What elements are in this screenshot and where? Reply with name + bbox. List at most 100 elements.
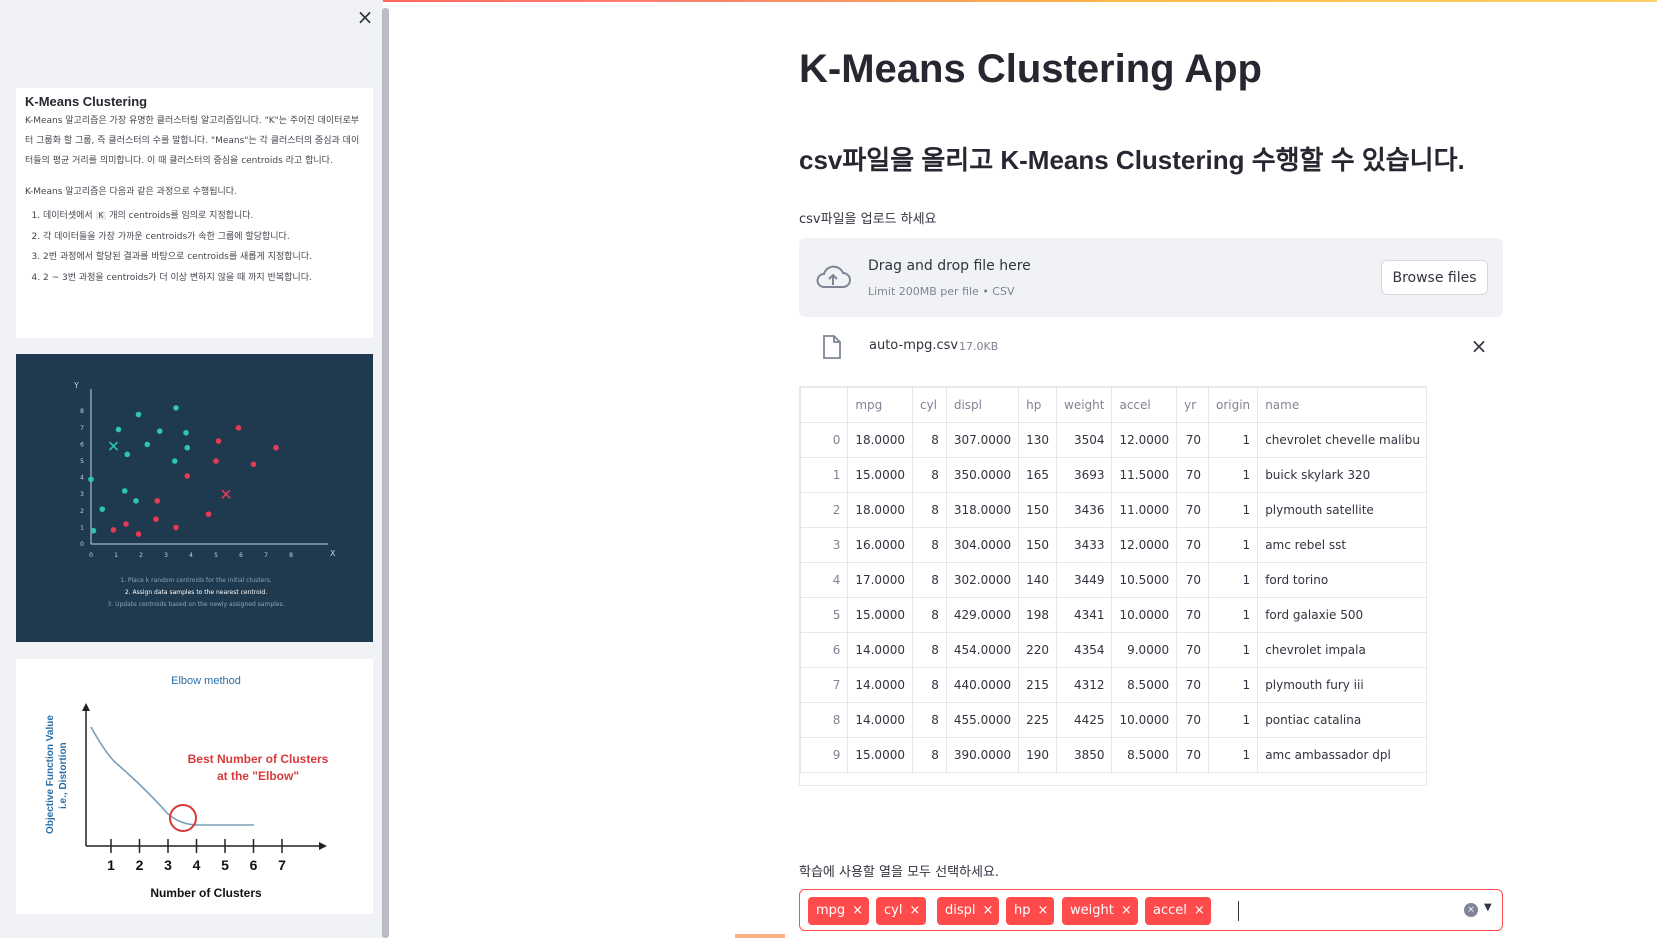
tag-remove-icon[interactable]: ×	[983, 903, 994, 918]
elbow-x-tick: 6	[250, 857, 258, 873]
column-header[interactable]: yr	[1176, 387, 1209, 423]
table-cell: 11.0000	[1111, 492, 1178, 528]
file-dropzone[interactable]: Drag and drop file here Limit 200MB per …	[799, 238, 1503, 317]
table-cell: 8	[911, 632, 947, 668]
table-cell: 11.5000	[1111, 457, 1178, 493]
sidebar-scrollbar[interactable]	[382, 8, 389, 938]
table-cell: 8	[911, 737, 947, 773]
table-cell: 4341	[1056, 597, 1113, 633]
table-cell: 4425	[1056, 702, 1113, 738]
table-cell: 70	[1176, 457, 1209, 493]
tag-remove-icon[interactable]: ×	[909, 903, 920, 918]
table-cell: 70	[1176, 422, 1209, 458]
scatter-illustration: Y X 0 1 2 3 4 5 6 7 8 0 1 2 3 4 5 6 7 8 1. Place k rando…	[73, 381, 336, 608]
table-cell: 1	[1207, 527, 1259, 563]
tag-remove-icon[interactable]: ×	[852, 903, 863, 918]
column-header[interactable]: cyl	[911, 387, 947, 423]
scatter-point	[124, 451, 131, 458]
column-header[interactable]: name	[1257, 387, 1426, 423]
step-item: 데이터셋에서 K 개의 centroids를 임의로 지정합니다.	[43, 206, 364, 227]
elbow-annotation-2: at the "Elbow"	[217, 769, 299, 783]
column-header[interactable]: weight	[1056, 387, 1113, 423]
kmeans-info-card: K-Means Clustering K-Means 알고리즘은 가장 유명한 …	[16, 88, 373, 338]
scatter-point	[215, 438, 222, 444]
step-item: 각 데이터들을 가장 가까운 centroids가 속한 그룹에 할당합니다.	[43, 227, 364, 248]
table-cell: 1	[1207, 737, 1259, 773]
elbow-x-label: Number of Clusters	[150, 886, 262, 900]
column-header[interactable]	[800, 387, 849, 423]
elbow-method-image: Elbow method Objective Function Value i.…	[16, 659, 373, 914]
selected-tag-cyl[interactable]: cyl ×	[876, 897, 927, 925]
tag-remove-icon[interactable]: ×	[1194, 903, 1205, 918]
table-cell: 190	[1018, 737, 1058, 773]
table-cell: 8	[911, 597, 947, 633]
column-multiselect[interactable]: mpg × cyl × displ × hp × weight × accel × × ▼	[799, 889, 1503, 931]
clear-all-icon[interactable]: ×	[1464, 903, 1478, 917]
scatter-caption-2: 2. Assign data samples to the nearest ce…	[125, 589, 267, 596]
selected-tag-accel[interactable]: accel ×	[1145, 897, 1211, 925]
table-cell: 10.0000	[1111, 702, 1178, 738]
table-cell: 1	[1207, 562, 1259, 598]
scatter-y-tick: 2	[80, 508, 84, 515]
column-header[interactable]: origin	[1207, 387, 1259, 423]
tag-remove-icon[interactable]: ×	[1038, 903, 1049, 918]
table-cell: buick skylark 320	[1257, 457, 1426, 493]
cloud-upload-icon	[816, 265, 851, 288]
scatter-y-ticks: 0 1 2 3 4 5 6 7 8	[80, 408, 84, 548]
dataframe-table[interactable]: mpg cyl displ hp weight accel yr origin name 0 18…	[799, 386, 1427, 786]
scatter-point	[110, 527, 117, 533]
tag-label: cyl	[884, 903, 903, 918]
remove-file-icon[interactable]: ×	[1467, 334, 1491, 358]
table-cell: 165	[1018, 457, 1058, 493]
page-subtitle: csv파일을 올리고 K-Means Clustering 수행할 수 있습니다…	[799, 145, 1465, 175]
table-cell: 14.0000	[847, 632, 913, 668]
step-item: 2번 과정에서 할당된 결과를 바탕으로 centroids를 새롭게 지정합니…	[43, 247, 364, 268]
scatter-point	[99, 506, 106, 512]
table-header-row: mpg cyl displ hp weight accel yr origin name	[800, 387, 1426, 423]
scatter-x-label: X	[330, 549, 336, 558]
tag-label: hp	[1014, 903, 1031, 918]
table-cell: 17.0000	[847, 562, 913, 598]
table-row: 1 15.0000 8 350.0000 165 3693 11.5000 70 1 buick …	[800, 457, 1426, 493]
elbow-x-tick: 3	[164, 857, 172, 873]
elbow-x-tick: 7	[278, 857, 286, 873]
scatter-point	[184, 473, 191, 479]
scatter-point	[135, 531, 142, 537]
table-row: 0 18.0000 8 307.0000 130 3504 12.0000 70 1 chevro…	[800, 422, 1426, 458]
table-cell: 225	[1018, 702, 1058, 738]
uploaded-file-row: auto-mpg.csv 17.0KB ×	[799, 330, 1503, 364]
scatter-point	[213, 458, 219, 464]
selected-tag-mpg[interactable]: mpg ×	[808, 897, 870, 925]
uploaded-file-name: auto-mpg.csv	[869, 338, 959, 353]
selected-tag-hp[interactable]: hp ×	[1006, 897, 1055, 925]
table-cell: 318.0000	[945, 492, 1020, 528]
table-cell: 3693	[1056, 457, 1113, 493]
table-cell: 1	[1207, 597, 1259, 633]
selected-tag-displ[interactable]: displ ×	[937, 897, 1000, 925]
column-header[interactable]: mpg	[847, 387, 913, 423]
step-item: 2 ~ 3번 과정을 centroids가 더 이상 변하지 않을 때 까지 반…	[43, 268, 364, 289]
selected-tag-weight[interactable]: weight ×	[1062, 897, 1138, 925]
row-index: 9	[800, 737, 849, 773]
scatter-point	[173, 524, 179, 531]
scatter-point	[135, 411, 142, 418]
row-index: 8	[800, 702, 849, 738]
table-row: 7 14.0000 8 440.0000 215 4312 8.5000 70 1 plymout…	[800, 667, 1426, 703]
table-cell: 454.0000	[945, 632, 1020, 668]
table-cell: 150	[1018, 527, 1058, 563]
table-cell: 8	[911, 492, 947, 528]
scatter-y-tick: 4	[80, 475, 84, 482]
scatter-x-tick: 8	[289, 552, 293, 559]
tag-remove-icon[interactable]: ×	[1121, 903, 1132, 918]
column-header[interactable]: displ	[945, 387, 1020, 423]
table-cell: amc ambassador dpl	[1257, 737, 1426, 773]
info-title: K-Means Clustering	[25, 94, 148, 109]
table-cell: 3850	[1056, 737, 1113, 773]
table-cell: 70	[1176, 702, 1209, 738]
table-row: 6 14.0000 8 454.0000 220 4354 9.0000 70 1 chevrol…	[800, 632, 1426, 668]
column-header[interactable]: hp	[1018, 387, 1058, 423]
column-header[interactable]: accel	[1111, 387, 1178, 423]
dropdown-arrow-icon[interactable]: ▼	[1484, 902, 1492, 913]
browse-files-button[interactable]: Browse files	[1381, 260, 1488, 295]
sidebar-close-icon[interactable]: ×	[354, 6, 376, 28]
